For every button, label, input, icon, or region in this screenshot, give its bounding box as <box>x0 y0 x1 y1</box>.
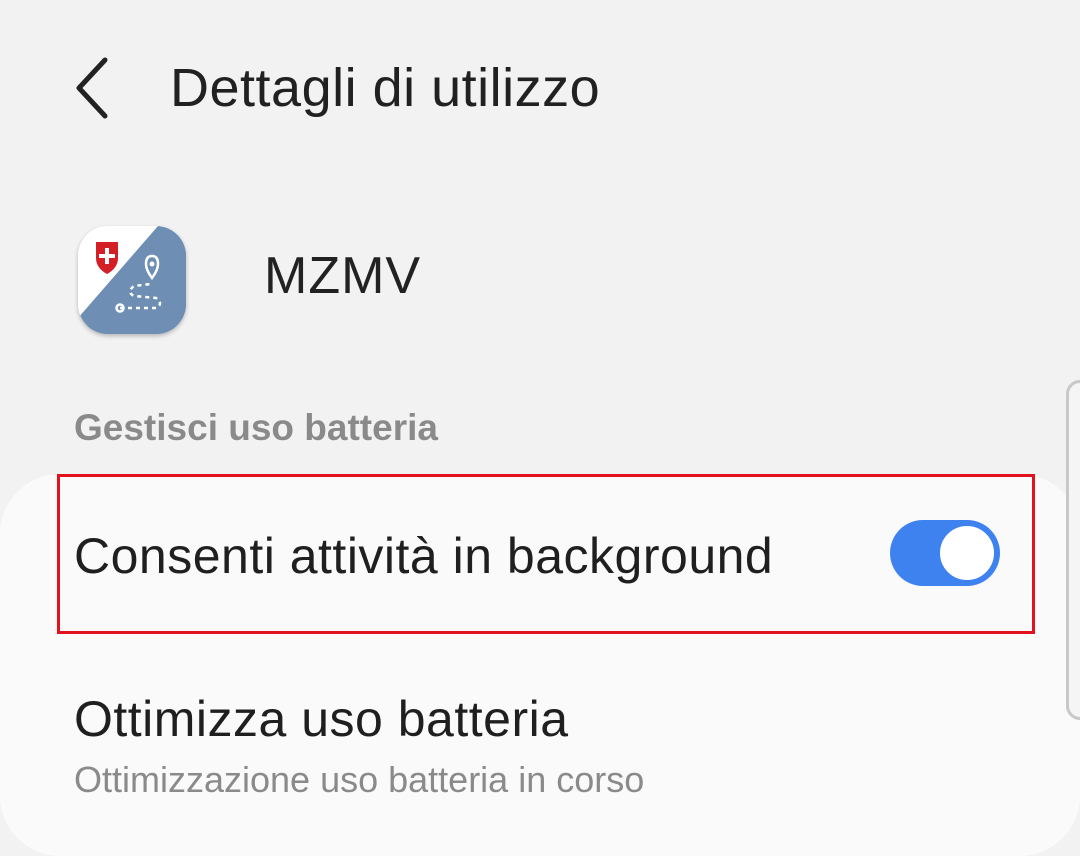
background-activity-label: Consenti attività in background <box>74 528 774 584</box>
optimize-battery-title: Ottimizza uso batteria <box>74 691 569 747</box>
mzmv-app-icon <box>78 226 186 334</box>
section-header: Gestisci uso batteria <box>74 407 438 448</box>
app-name: MZMV <box>264 247 422 305</box>
app-info-row: MZMV <box>0 220 1080 340</box>
back-button[interactable] <box>58 50 128 126</box>
chevron-left-icon <box>76 57 108 119</box>
switch-knob <box>938 524 996 582</box>
optimize-battery-subtitle: Ottimizzazione uso batteria in corso <box>74 759 645 800</box>
app-bar: Dettagli di utilizzo <box>0 40 1080 136</box>
background-activity-switch[interactable] <box>890 520 1000 586</box>
scrollbar[interactable] <box>1066 380 1080 720</box>
page-title: Dettagli di utilizzo <box>170 58 601 118</box>
usage-details-screen: Dettagli di utilizzo MZMV Gestisci uso b… <box>0 0 1080 856</box>
